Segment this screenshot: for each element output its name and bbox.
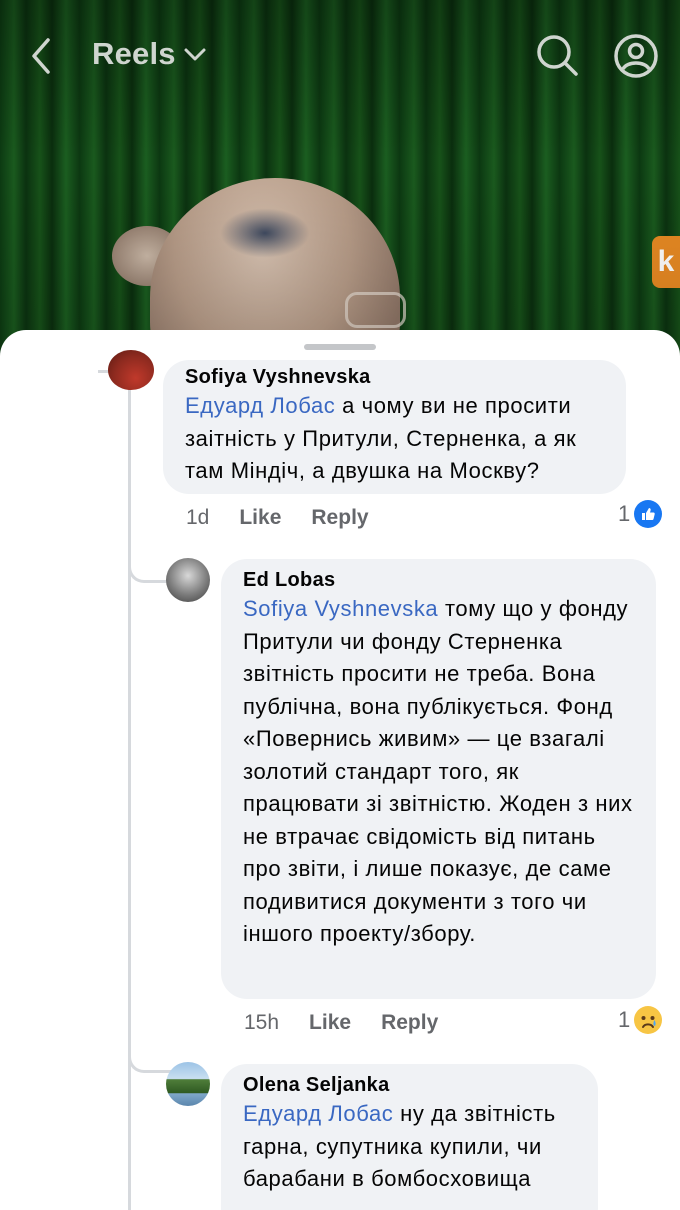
comment-bubble[interactable]: Olena Seljanka Едуард Лобас ну да звітні… (221, 1064, 598, 1210)
reaction-summary[interactable]: 1 (618, 500, 663, 528)
comment-text: Едуард Лобас ну да звітність гарна, супу… (243, 1101, 556, 1191)
comments-sheet: Sofiya Vyshnevska Едуард Лобас а чому ви… (0, 330, 680, 1210)
chevron-down-icon (184, 48, 206, 61)
reaction-count: 1 (618, 1007, 631, 1032)
reels-dropdown[interactable]: Reels (92, 36, 208, 72)
like-button[interactable]: Like (309, 1011, 351, 1035)
top-bar: Reels (0, 0, 680, 110)
reply-button[interactable]: Reply (381, 1011, 438, 1035)
glasses (345, 292, 406, 328)
video-overlay-tag: k (652, 236, 680, 288)
comment-actions: 15h Like Reply (244, 1011, 438, 1035)
avatar[interactable] (166, 1062, 210, 1106)
reaction-summary[interactable]: 1 (618, 1006, 663, 1034)
mention-link[interactable]: Едуард Лобас (185, 393, 335, 418)
thread-line (128, 370, 131, 1210)
like-button[interactable]: Like (239, 506, 281, 530)
reels-title-label: Reels (92, 36, 176, 71)
thread-line-branch (128, 560, 171, 583)
thread-line-branch (128, 1050, 171, 1073)
avatar[interactable] (108, 350, 154, 390)
sad-icon (634, 1006, 663, 1034)
back-chevron-icon[interactable] (26, 36, 60, 76)
avatar[interactable] (166, 558, 210, 602)
mention-link[interactable]: Sofiya Vyshnevska (243, 596, 438, 621)
comment-bubble[interactable]: Sofiya Vyshnevska Едуард Лобас а чому ви… (163, 360, 626, 494)
reply-button[interactable]: Reply (311, 506, 368, 530)
search-icon[interactable] (534, 32, 580, 78)
sheet-drag-handle[interactable] (304, 344, 376, 350)
comment-actions: 1d Like Reply (186, 506, 369, 530)
comment-time: 15h (244, 1011, 280, 1034)
like-icon (634, 500, 663, 528)
profile-icon[interactable] (612, 32, 660, 80)
comment-author[interactable]: Sofiya Vyshnevska (185, 364, 604, 390)
comment-author[interactable]: Ed Lobas (243, 567, 634, 593)
comment-text: Едуард Лобас а чому ви не просити заітні… (185, 393, 577, 483)
comment-author[interactable]: Olena Seljanka (243, 1072, 576, 1098)
comment-text: Sofiya Vyshnevska тому що у фонду Притул… (243, 596, 633, 946)
comment-bubble[interactable]: Ed Lobas Sofiya Vyshnevska тому що у фон… (221, 559, 656, 999)
comment-time: 1d (186, 506, 210, 529)
mention-link[interactable]: Едуард Лобас (243, 1101, 393, 1126)
reaction-count: 1 (618, 501, 631, 526)
hair-bun (112, 226, 182, 286)
